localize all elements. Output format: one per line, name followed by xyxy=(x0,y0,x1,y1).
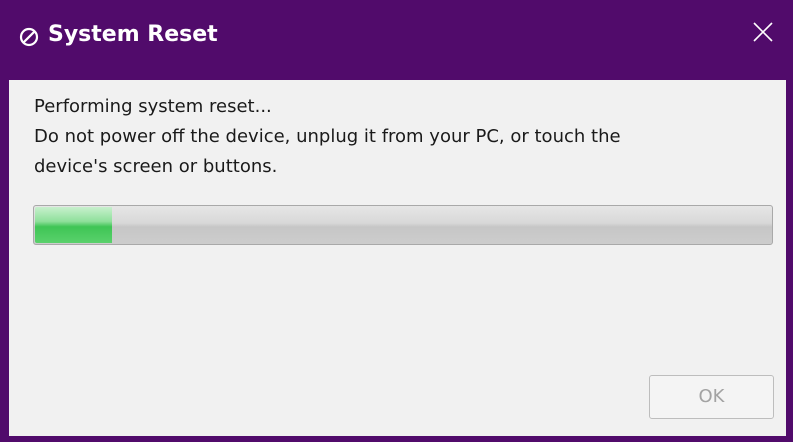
close-button[interactable] xyxy=(741,10,785,54)
status-message: Performing system reset... Do not power … xyxy=(34,92,774,182)
status-line: Performing system reset... xyxy=(34,96,272,117)
dialog-content: Performing system reset... Do not power … xyxy=(9,80,786,436)
title-bar[interactable]: System Reset xyxy=(0,0,793,80)
progress-fill xyxy=(35,207,112,243)
ok-button[interactable]: OK xyxy=(649,375,774,419)
dialog-title: System Reset xyxy=(48,22,218,47)
progress-bar xyxy=(33,205,773,245)
system-reset-dialog: System Reset Performing system reset... … xyxy=(0,0,793,442)
warning-line: device's screen or buttons. xyxy=(34,156,278,177)
warning-line: Do not power off the device, unplug it f… xyxy=(34,126,621,147)
close-icon xyxy=(753,22,773,42)
no-entry-icon xyxy=(19,27,39,47)
